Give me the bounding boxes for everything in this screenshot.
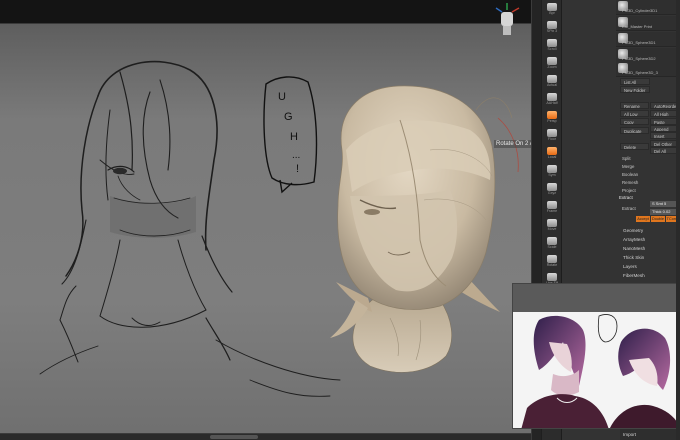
paste-button[interactable]: Paste [650,118,678,125]
canvas-viewport[interactable]: U G H ... ! Rotate On 2 [0,0,531,440]
move-icon [547,219,557,227]
extract-group[interactable]: Extract [619,195,633,200]
sculpt-head-model [330,85,513,373]
boolean-group[interactable]: Boolean [622,172,638,177]
rotate-icon [547,255,557,263]
zoom-button[interactable]: Zoom [544,56,560,70]
project-group[interactable]: Project [622,188,636,193]
scroll-icon [547,39,557,47]
thick-slider[interactable]: Thick 0.02 [650,209,678,215]
move-button[interactable]: Move [544,218,560,232]
aahalf-icon [547,93,557,101]
gxyz-icon [547,183,557,191]
actual-icon [547,75,557,83]
frame-icon [547,201,557,209]
import-button[interactable]: Import [620,429,680,440]
floor-button[interactable]: Floor [544,128,560,142]
subtool-item[interactable]: PM3D_Cylinder3D1 [616,0,680,15]
scale-button[interactable]: Scale [544,236,560,250]
sym-button[interactable]: Sym [544,164,560,178]
del-all-button[interactable]: Del All [650,147,678,154]
scroll-button[interactable]: Scroll [544,38,560,52]
list-all-button[interactable]: List All [620,78,650,85]
spix-icon [547,21,557,29]
sym-icon [547,165,557,173]
copy-button[interactable]: Copy [620,118,649,125]
gxyz-button[interactable]: Gxyz [544,182,560,196]
local-icon [547,147,557,155]
layers-section[interactable]: Layers [620,263,680,271]
persp-button[interactable]: Persp [544,110,560,124]
arraymesh-section[interactable]: ArrayMesh [620,236,680,244]
fibermesh-section[interactable]: FiberMesh [620,272,680,280]
linefill-icon [547,273,557,281]
rename-button[interactable]: Rename [620,102,649,109]
reference-header [513,284,679,312]
nanomesh-section[interactable]: NanoMesh [620,245,680,253]
persp-icon [547,111,557,119]
scale-icon [547,237,557,245]
speech-letter-u: U [278,91,286,103]
subtool-item[interactable]: PM3D_Sphere3D1 [616,32,680,47]
accept-button[interactable]: Accept [636,216,650,222]
double-button[interactable]: Double [651,216,665,222]
del-other-button[interactable]: Del Other [650,140,678,147]
reference-image-panel [512,283,680,429]
bottom-tray-handle[interactable] [210,435,258,439]
frame-button[interactable]: Frame [544,200,560,214]
duplicate-button[interactable]: Duplicate [620,127,649,134]
local-button[interactable]: Local [544,146,560,160]
merge-group[interactable]: Merge [622,164,634,169]
zoom-icon [547,57,557,65]
actual-button[interactable]: Actual [544,74,560,88]
thick-skin-section[interactable]: Thick Skin [620,254,680,262]
floor-icon [547,129,557,137]
viewport-bottom-bar [0,433,531,440]
speech-letter-g: G [284,111,293,123]
speech-dots: ... [292,150,300,161]
speech-letter-h: H [290,131,298,143]
rotate-button[interactable]: Rotate [544,254,560,268]
split-group[interactable]: Split [622,156,631,161]
axis-gizmo[interactable] [492,2,524,40]
extract-button[interactable]: Extract [622,206,636,211]
panel-scrollbar[interactable] [676,0,680,440]
reference-illustration [521,314,679,428]
delete-button[interactable]: Delete [620,143,649,150]
sketch-eye [113,167,127,175]
all-high-button[interactable]: All High [650,110,678,117]
s-smt-slider[interactable]: S Smt 5 [650,201,678,207]
insert-button[interactable]: Insert [650,132,678,139]
aahalf-button[interactable]: AAHalf [544,92,560,106]
all-low-button[interactable]: All Low [620,110,649,117]
sketch-mask-shading [110,196,196,238]
geometry-section[interactable]: Geometry [620,227,680,235]
subtool-item[interactable]: PM3D_Sphere3D2 [616,48,680,63]
canvas-drawing: U G H ... ! [39,60,519,397]
append-button[interactable]: Append [650,125,678,132]
autoreorder-button[interactable]: AutoReorder [650,102,678,109]
bpr-icon [547,3,557,11]
rotate-tooltip: Rotate On 2 Axis [494,140,531,148]
new-folder-button[interactable]: New Folder [620,86,650,93]
speech-exclaim: ! [296,163,299,175]
remesh-group[interactable]: Remesh [622,180,638,185]
subtool-item[interactable]: PM3D_Sphere3D_3 [616,62,680,77]
bpr-button[interactable]: Bpr [544,2,560,16]
spix-button[interactable]: SPix 3 [544,20,560,34]
subtool-item[interactable]: Ear_Master Print [616,16,680,31]
